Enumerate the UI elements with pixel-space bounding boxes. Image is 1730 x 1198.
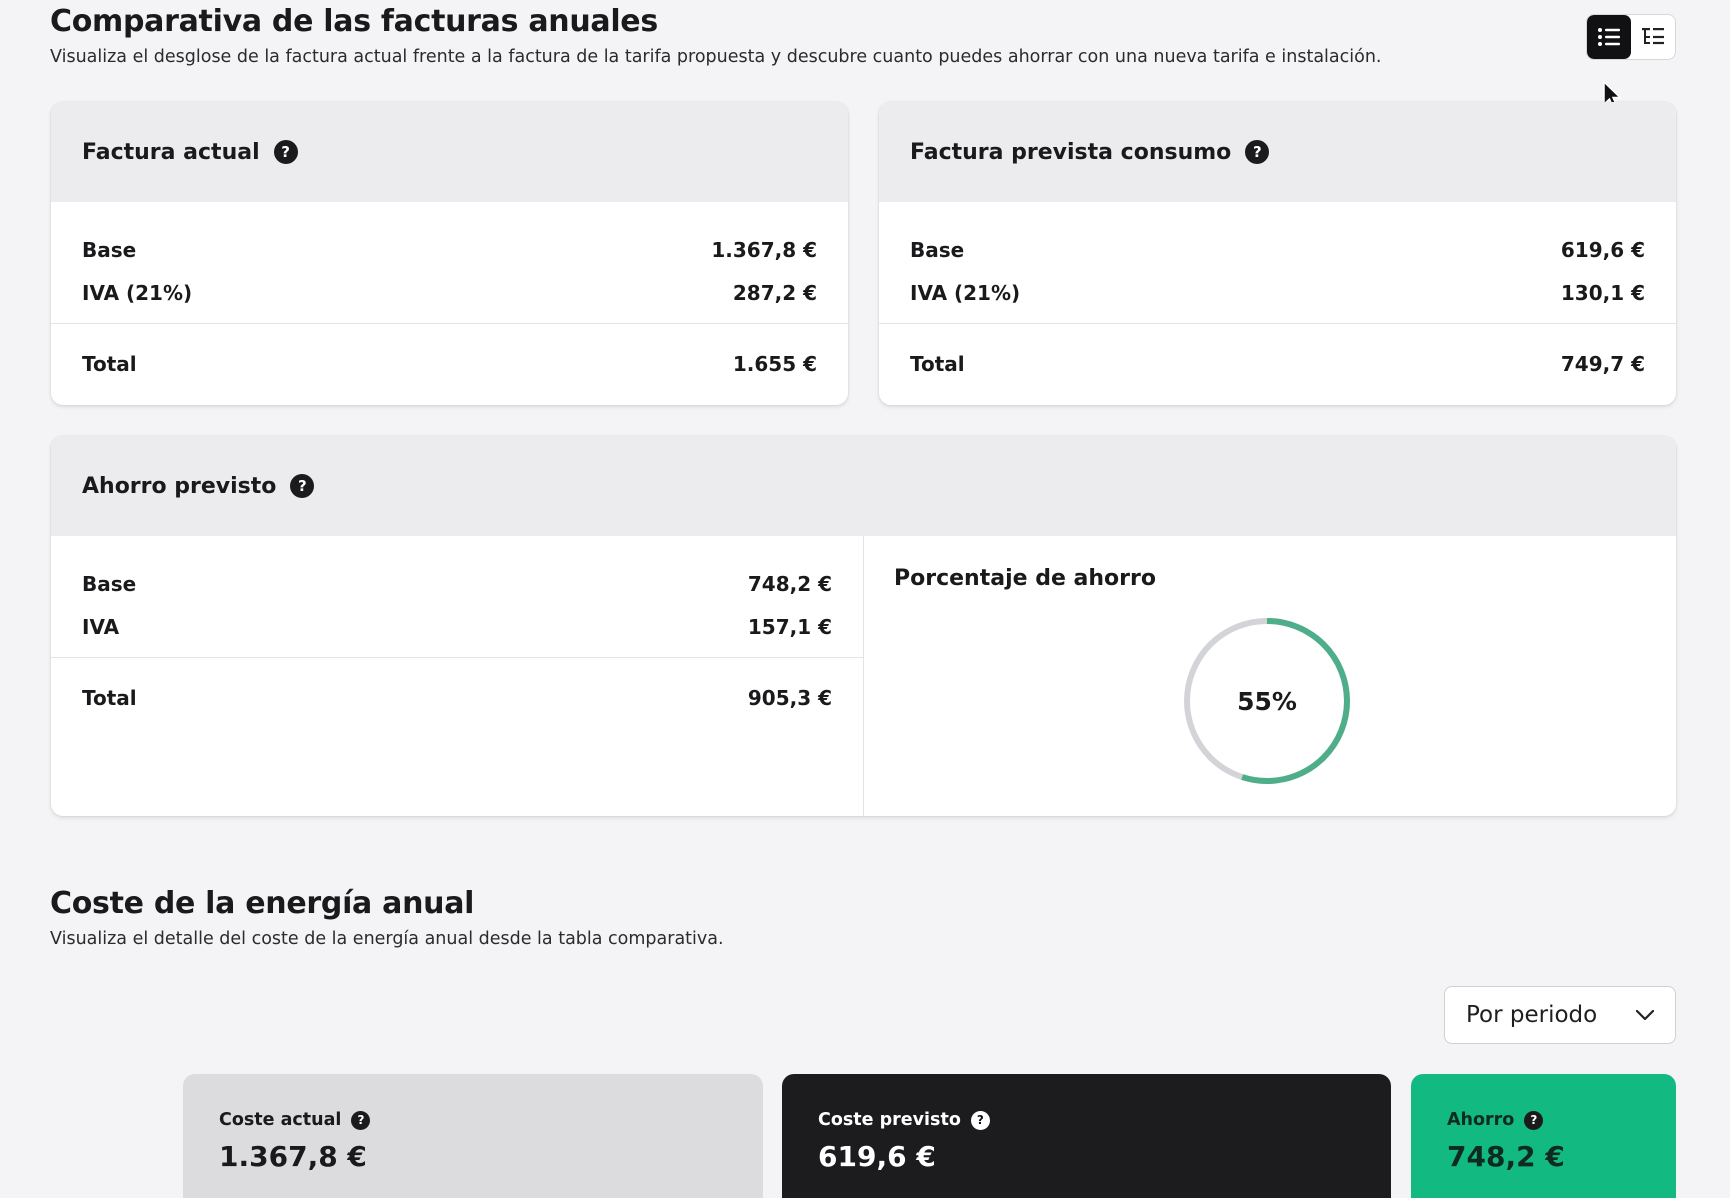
cost-current-value: 1.367,8 € <box>219 1140 367 1173</box>
total-row: Total 905,3 € <box>51 658 863 738</box>
base-label: Base <box>82 237 137 262</box>
base-value: 1.367,8 € <box>711 237 817 262</box>
percentage-text: 55% <box>1237 687 1297 716</box>
help-icon[interactable]: ? <box>351 1110 371 1130</box>
savings-card: Ahorro previsto ? Base 748,2 € IVA 157,1… <box>51 436 1676 816</box>
total-row: Total 749,7 € <box>879 324 1676 404</box>
total-label: Total <box>910 352 965 376</box>
base-row: Base 1.367,8 € <box>51 228 848 271</box>
help-icon[interactable]: ? <box>1524 1110 1544 1130</box>
base-row: Base 619,6 € <box>879 228 1676 271</box>
cost-forecast-label-row: Coste previsto ? <box>818 1110 1355 1130</box>
base-label: Base <box>82 571 137 596</box>
cost-saving-label: Ahorro <box>1447 1110 1515 1130</box>
energy-title: Coste de la energía anual <box>50 886 475 921</box>
forecast-bill-card: Factura prevista consumo ? Base 619,6 € … <box>879 102 1676 405</box>
savings-title: Ahorro previsto <box>82 473 277 499</box>
cost-forecast-value: 619,6 € <box>818 1140 936 1173</box>
cost-saving-card: Ahorro ? 748,2 € <box>1411 1074 1676 1198</box>
forecast-bill-header: Factura prevista consumo ? <box>879 102 1676 202</box>
cost-forecast-card: Coste previsto ? 619,6 € <box>782 1074 1391 1198</box>
total-label: Total <box>82 686 137 710</box>
iva-value: 130,1 € <box>1560 280 1645 305</box>
iva-value: 287,2 € <box>732 280 817 305</box>
percentage-title: Porcentaje de ahorro <box>894 566 1156 591</box>
iva-row: IVA (21%) 130,1 € <box>879 271 1676 314</box>
energy-header: Coste de la energía anual Visualiza el d… <box>50 886 724 949</box>
iva-label: IVA <box>82 614 120 639</box>
help-icon[interactable]: ? <box>273 140 298 164</box>
period-select[interactable]: Por periodo <box>1444 986 1676 1044</box>
savings-header: Ahorro previsto ? <box>51 436 1676 536</box>
current-bill-title: Factura actual <box>82 139 260 165</box>
forecast-bill-title: Factura prevista consumo <box>910 139 1232 165</box>
iva-label: IVA (21%) <box>910 280 1021 305</box>
help-icon[interactable]: ? <box>1245 140 1270 164</box>
cost-saving-label-row: Ahorro ? <box>1447 1110 1640 1130</box>
cost-saving-value: 748,2 € <box>1447 1140 1565 1173</box>
total-value: 1.655 € <box>732 352 817 376</box>
tree-view-button[interactable] <box>1631 15 1675 59</box>
help-icon[interactable]: ? <box>290 474 315 498</box>
list-view-button[interactable] <box>1587 15 1631 59</box>
tree-list-icon <box>1642 28 1664 45</box>
iva-row: IVA (21%) 287,2 € <box>51 271 848 314</box>
iva-row: IVA 157,1 € <box>51 605 863 648</box>
total-label: Total <box>82 352 137 376</box>
iva-value: 157,1 € <box>747 614 832 639</box>
view-toggle <box>1586 14 1676 60</box>
base-label: Base <box>910 237 965 262</box>
period-select-value: Por periodo <box>1466 1002 1598 1028</box>
page-subtitle: Visualiza el desglose de la factura actu… <box>50 47 1382 67</box>
energy-subtitle: Visualiza el detalle del coste de la ene… <box>50 929 724 949</box>
base-value: 748,2 € <box>747 571 832 596</box>
cost-forecast-label: Coste previsto <box>818 1110 961 1130</box>
page-title: Comparativa de las facturas anuales <box>50 4 658 39</box>
savings-donut-chart: 55% <box>1184 618 1350 784</box>
base-value: 619,6 € <box>1560 237 1645 262</box>
list-icon <box>1598 28 1620 46</box>
cost-current-card: Coste actual ? 1.367,8 € <box>183 1074 763 1198</box>
savings-breakdown: Base 748,2 € IVA 157,1 € Total 905,3 € <box>51 536 864 816</box>
help-icon[interactable]: ? <box>970 1110 990 1130</box>
cost-current-label-row: Coste actual ? <box>219 1110 727 1130</box>
current-bill-header: Factura actual ? <box>51 102 848 202</box>
savings-percentage-panel: Porcentaje de ahorro 55% <box>864 536 1676 816</box>
iva-label: IVA (21%) <box>82 280 193 305</box>
total-value: 749,7 € <box>1560 352 1645 376</box>
cost-current-label: Coste actual <box>219 1110 342 1130</box>
chevron-down-icon <box>1635 1009 1655 1021</box>
base-row: Base 748,2 € <box>51 562 863 605</box>
bills-header: Comparativa de las facturas anuales Visu… <box>50 4 1381 67</box>
current-bill-card: Factura actual ? Base 1.367,8 € IVA (21%… <box>51 102 848 405</box>
total-row: Total 1.655 € <box>51 324 848 404</box>
total-value: 905,3 € <box>747 686 832 710</box>
